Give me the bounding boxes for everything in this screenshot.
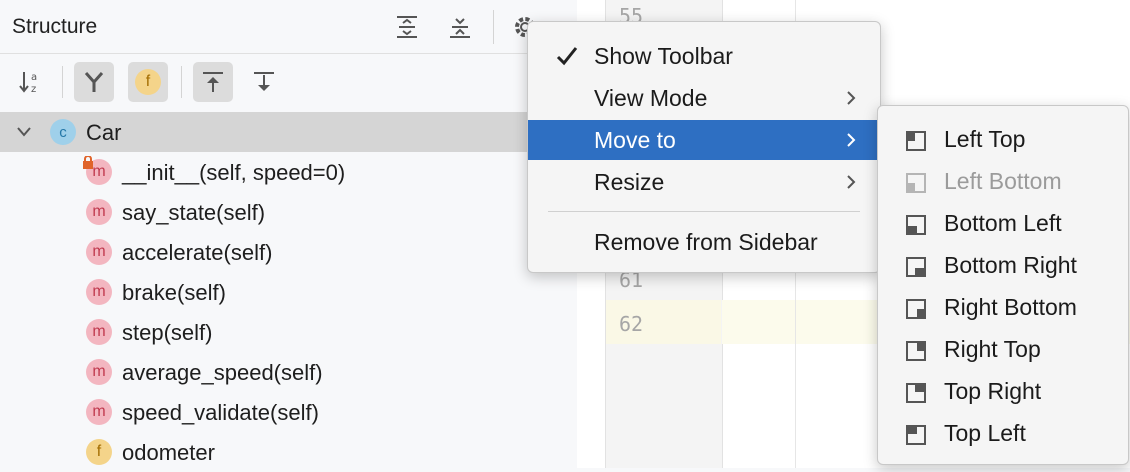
submenu-item-label: Bottom Right xyxy=(944,252,1077,278)
tree-root-label: Car xyxy=(86,120,122,145)
toolbar-separator xyxy=(181,66,182,98)
svg-text:z: z xyxy=(31,84,36,95)
submenu-item-bottom-left[interactable]: Bottom Left xyxy=(878,203,1128,245)
menu-item-label: Show Toolbar xyxy=(594,43,733,69)
context-menu: Show Toolbar View Mode Move to Resize Re… xyxy=(527,21,881,273)
field-icon: f xyxy=(86,439,112,465)
menu-item-remove-from-sidebar[interactable]: Remove from Sidebar xyxy=(528,222,880,262)
tree-item-label: __init__(self, speed=0) xyxy=(122,160,346,185)
collapse-all-icon[interactable] xyxy=(443,10,477,44)
panel-title: Structure xyxy=(12,15,98,38)
submenu-item-right-bottom[interactable]: Right Bottom xyxy=(878,287,1128,329)
autoscroll-to-source-icon[interactable] xyxy=(193,62,233,102)
tree-root-row[interactable]: c Car xyxy=(0,112,577,152)
menu-separator xyxy=(548,211,860,212)
method-icon: m xyxy=(86,399,112,425)
menu-item-label: View Mode xyxy=(594,85,708,111)
submenu-item-label: Right Top xyxy=(944,336,1041,362)
toolbar-separator xyxy=(62,66,63,98)
structure-panel: Structure az f c Car m __init__(self, sp… xyxy=(0,0,577,468)
submenu-item-top-right[interactable]: Top Right xyxy=(878,371,1128,413)
header-divider xyxy=(0,53,577,54)
tree-item-label: average_speed(self) xyxy=(122,360,323,385)
method-icon: m xyxy=(86,359,112,385)
submenu-item-bottom-right[interactable]: Bottom Right xyxy=(878,245,1128,287)
tree-item-label: brake(self) xyxy=(122,280,226,305)
layout-bottom-left-icon xyxy=(906,215,926,235)
submenu-item-label: Bottom Left xyxy=(944,210,1062,236)
tree-item[interactable]: m say_state(self) xyxy=(0,192,577,232)
menu-item-resize[interactable]: Resize xyxy=(528,162,880,202)
layout-bottom-right-icon xyxy=(906,257,926,277)
layout-left-bottom-icon xyxy=(906,173,926,193)
tree-item[interactable]: m speed_validate(self) xyxy=(0,392,577,432)
submenu-item-label: Right Bottom xyxy=(944,294,1077,320)
method-icon: m xyxy=(86,279,112,305)
chevron-right-icon xyxy=(847,133,856,147)
layout-right-bottom-icon xyxy=(906,299,926,319)
layout-right-top-icon xyxy=(906,341,926,361)
tree-item[interactable]: m step(self) xyxy=(0,312,577,352)
method-icon: m xyxy=(86,199,112,225)
autoscroll-from-source-icon[interactable] xyxy=(244,62,284,102)
tree-item[interactable]: m accelerate(self) xyxy=(0,232,577,272)
tree-item-label: say_state(self) xyxy=(122,200,266,225)
menu-item-label: Remove from Sidebar xyxy=(594,229,818,255)
tree-item-label: accelerate(self) xyxy=(122,240,273,265)
tree-item[interactable]: m __init__(self, speed=0) xyxy=(0,152,577,192)
submenu-item-label: Left Top xyxy=(944,126,1026,152)
layout-top-right-icon xyxy=(906,383,926,403)
tree-item[interactable]: f odometer xyxy=(0,432,577,472)
layout-top-left-icon xyxy=(906,425,926,445)
move-to-submenu: Left Top Left Bottom Bottom Left Bottom … xyxy=(877,105,1129,465)
submenu-item-left-bottom[interactable]: Left Bottom xyxy=(878,161,1128,203)
menu-item-move-to[interactable]: Move to xyxy=(528,120,880,160)
svg-text:a: a xyxy=(31,72,37,83)
submenu-item-top-left[interactable]: Top Left xyxy=(878,413,1128,455)
tree-item-label: step(self) xyxy=(122,320,213,345)
tree-item-label: speed_validate(self) xyxy=(122,400,319,425)
checkmark-icon xyxy=(556,47,578,66)
method-icon: m xyxy=(86,239,112,265)
submenu-item-right-top[interactable]: Right Top xyxy=(878,329,1128,371)
sort-alphabetically-icon[interactable]: az xyxy=(12,62,52,102)
chevron-right-icon xyxy=(847,175,856,189)
chevron-right-icon xyxy=(847,91,856,105)
method-icon: m xyxy=(86,319,112,345)
show-inherited-icon[interactable] xyxy=(74,62,114,102)
show-fields-icon[interactable]: f xyxy=(128,62,168,102)
menu-item-label: Resize xyxy=(594,169,665,195)
class-icon: c xyxy=(50,119,76,145)
expand-all-icon[interactable] xyxy=(390,10,424,44)
lock-icon xyxy=(83,156,93,169)
line-number: 62 xyxy=(619,312,644,336)
submenu-item-left-top[interactable]: Left Top xyxy=(878,119,1128,161)
layout-left-top-icon xyxy=(906,131,926,151)
chevron-down-icon[interactable] xyxy=(16,125,32,139)
header-separator xyxy=(493,10,494,44)
submenu-item-label: Left Bottom xyxy=(944,168,1062,194)
menu-item-label: Move to xyxy=(594,127,676,153)
menu-item-view-mode[interactable]: View Mode xyxy=(528,78,880,118)
tree-item[interactable]: m brake(self) xyxy=(0,272,577,312)
menu-item-show-toolbar[interactable]: Show Toolbar xyxy=(528,36,880,76)
submenu-item-label: Top Left xyxy=(944,420,1026,446)
tree-item-label: odometer xyxy=(122,440,215,465)
submenu-item-label: Top Right xyxy=(944,378,1042,404)
tree-item[interactable]: m average_speed(self) xyxy=(0,352,577,392)
